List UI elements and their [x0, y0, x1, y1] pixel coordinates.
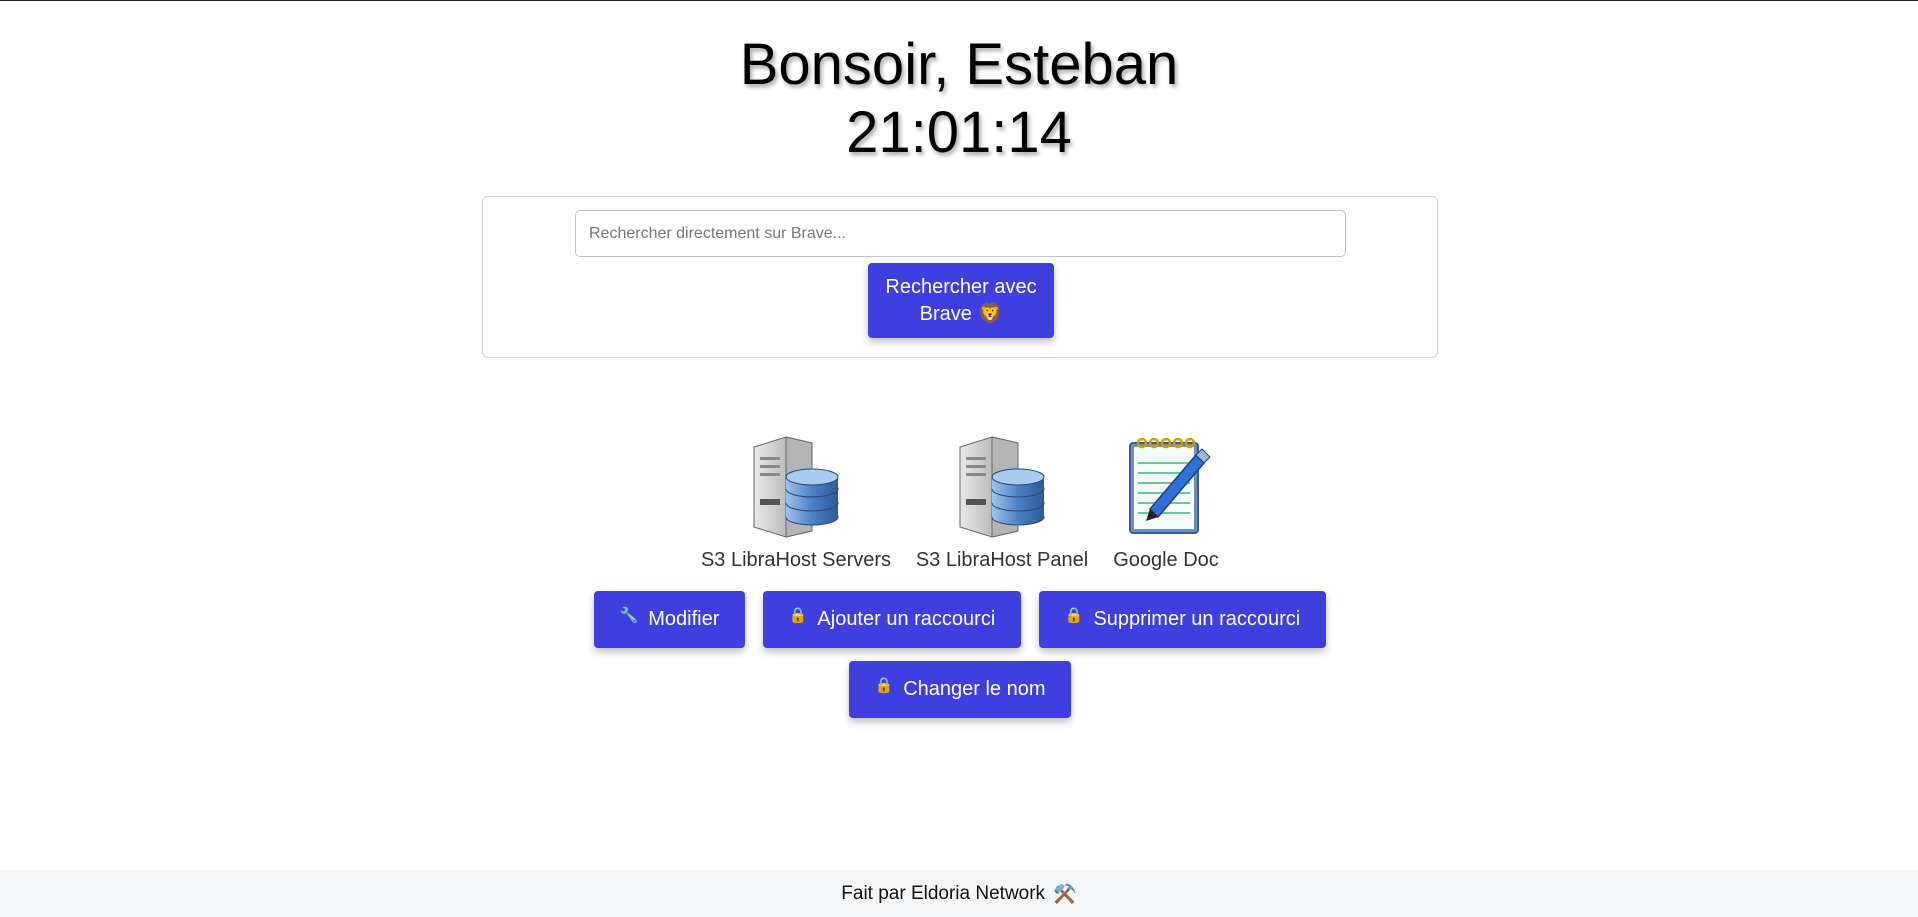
- footer: Fait par Eldoria Network ⚒️: [0, 870, 1918, 917]
- modify-button-label: Modifier: [648, 608, 720, 630]
- page: Bonsoir, Esteban 21:01:14 Rechercher ave…: [0, 0, 1918, 917]
- rename-button[interactable]: 🔒 Changer le nom: [849, 661, 1071, 718]
- add-shortcut-label: Ajouter un raccourci: [817, 608, 996, 630]
- shortcut-s3-librahost-panel[interactable]: S3 LibraHost Panel: [912, 433, 1092, 579]
- search-input[interactable]: [575, 210, 1346, 257]
- hammer-pick-icon: ⚒️: [1053, 884, 1077, 905]
- shortcut-label: Google Doc: [1113, 549, 1219, 571]
- greeting-title: Bonsoir, Esteban: [739, 32, 1179, 97]
- clock: 21:01:14: [846, 100, 1072, 165]
- shortcut-label: S3 LibraHost Panel: [915, 549, 1089, 571]
- search-brave-button[interactable]: Rechercher avec Brave 🦁: [868, 263, 1054, 338]
- rename-button-label: Changer le nom: [903, 678, 1046, 700]
- shortcut-s3-librahost-servers[interactable]: S3 LibraHost Servers: [696, 433, 896, 579]
- modify-button[interactable]: 🔧 Modifier: [594, 591, 745, 648]
- lock-icon: 🔒: [1064, 606, 1084, 624]
- footer-text: Fait par Eldoria Network: [841, 883, 1046, 904]
- wrench-icon: 🔧: [619, 606, 639, 624]
- lock-icon: 🔒: [874, 676, 894, 694]
- shortcut-google-doc[interactable]: Google Doc: [1106, 433, 1226, 579]
- server-database-icon: [753, 436, 839, 538]
- remove-shortcut-label: Supprimer un raccourci: [1093, 608, 1301, 630]
- notepad-pen-icon: [1129, 437, 1211, 534]
- add-shortcut-button[interactable]: 🔒 Ajouter un raccourci: [763, 591, 1021, 648]
- server-database-icon: [959, 436, 1045, 538]
- lock-icon: 🔒: [788, 606, 808, 624]
- remove-shortcut-button[interactable]: 🔒 Supprimer un raccourci: [1039, 591, 1326, 648]
- shortcut-label: S3 LibraHost Servers: [700, 549, 892, 571]
- search-card: Rechercher avec Brave 🦁: [482, 196, 1438, 358]
